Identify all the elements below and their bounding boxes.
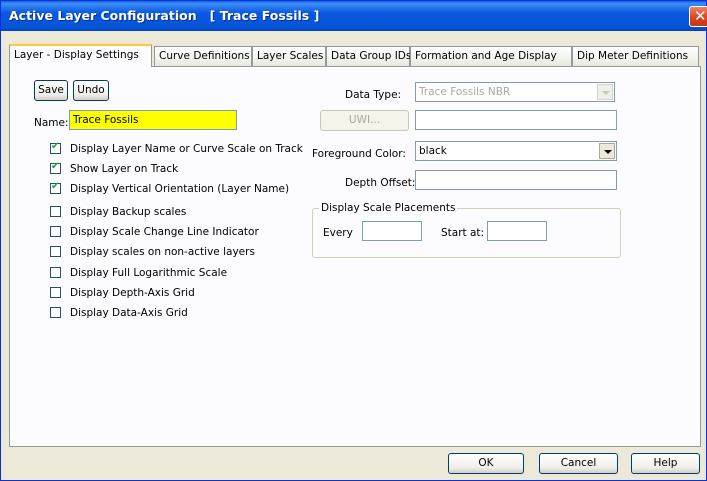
undo-button[interactable]: Undo [73,80,109,101]
every-input[interactable] [362,221,422,241]
checkbox-icon[interactable] [50,141,61,154]
checkbox-label: Display Backup scales [70,206,187,218]
tab-data-group-ids[interactable]: Data Group IDs [326,46,412,66]
checkbox-label: Display Full Logarithmic Scale [70,267,228,279]
tab-bar: Layer - Display Settings Curve Definitio… [9,44,699,67]
window-title: Active Layer Configuration [ Trace Fossi… [9,8,320,23]
close-button[interactable]: ✕ [689,6,707,27]
tab-layer-display-settings[interactable]: Layer - Display Settings [9,44,152,67]
data-type-label: Data Type: [345,89,402,101]
uwi-input[interactable] [415,110,617,130]
name-label: Name: [34,117,69,129]
every-label: Every [323,227,353,239]
depth-offset-label: Depth Offset: [345,177,416,189]
tab-layer-scales[interactable]: Layer Scales [252,46,326,66]
ok-button[interactable]: OK [448,453,524,474]
checkbox-label: Show Layer on Track [70,163,179,175]
title-bar[interactable]: Active Layer Configuration [ Trace Fossi… [1,1,707,31]
checkbox-label: Display Data-Axis Grid [70,307,188,319]
checkbox-label: Display Depth-Axis Grid [70,287,195,299]
name-input[interactable]: Trace Fossils [69,110,237,130]
tab-label: Layer - Display Settings [14,49,139,61]
checkbox-icon[interactable] [50,267,61,278]
foreground-color-label: Foreground Color: [312,148,406,160]
start-at-input[interactable] [487,221,547,241]
checkbox-icon[interactable] [50,226,61,237]
dialog-window: Active Layer Configuration [ Trace Fossi… [0,0,707,481]
uwi-button[interactable]: UWI... [320,110,409,131]
cancel-button[interactable]: Cancel [539,453,618,474]
help-button[interactable]: Help [631,453,700,474]
save-button[interactable]: Save [34,80,68,101]
depth-offset-input[interactable] [415,170,617,190]
checkbox-label: Display Vertical Orientation (Layer Name… [70,183,290,195]
tab-label: Formation and Age Display [415,50,557,62]
tab-label: Data Group IDs [331,50,412,62]
tab-panel: Save Undo Name: Trace Fossils Display La… [9,66,701,447]
chevron-down-icon[interactable] [597,84,613,100]
chevron-down-icon[interactable] [599,143,615,159]
start-at-label: Start at: [441,227,485,239]
tab-label: Layer Scales [257,50,324,62]
data-type-value: Trace Fossils NBR [419,86,511,98]
foreground-color-value: black [419,145,447,157]
checkbox-icon[interactable] [50,181,61,194]
close-icon: ✕ [694,7,707,25]
group-title: Display Scale Placements [319,201,458,215]
checkbox-label: Display scales on non-active layers [70,246,255,258]
checkbox-label: Display Scale Change Line Indicator [70,226,259,238]
checkbox-icon[interactable] [50,206,61,217]
checkbox-label: Display Layer Name or Curve Scale on Tra… [70,143,303,155]
checkbox-icon[interactable] [50,161,61,174]
checkbox-icon[interactable] [50,287,61,298]
tab-label: Curve Definitions [159,50,250,62]
tab-formation-and-age-display[interactable]: Formation and Age Display [410,46,572,66]
tab-label: Dip Meter Definitions [577,50,689,62]
data-type-select[interactable]: Trace Fossils NBR [415,82,615,102]
checkbox-icon[interactable] [50,246,61,257]
scale-placements-group: Display Scale Placements Every Start at: [312,201,621,258]
tab-curve-definitions[interactable]: Curve Definitions [154,46,252,66]
tab-dip-meter-definitions[interactable]: Dip Meter Definitions [572,46,699,66]
foreground-color-select[interactable]: black [415,141,617,161]
checkbox-icon[interactable] [50,307,61,318]
